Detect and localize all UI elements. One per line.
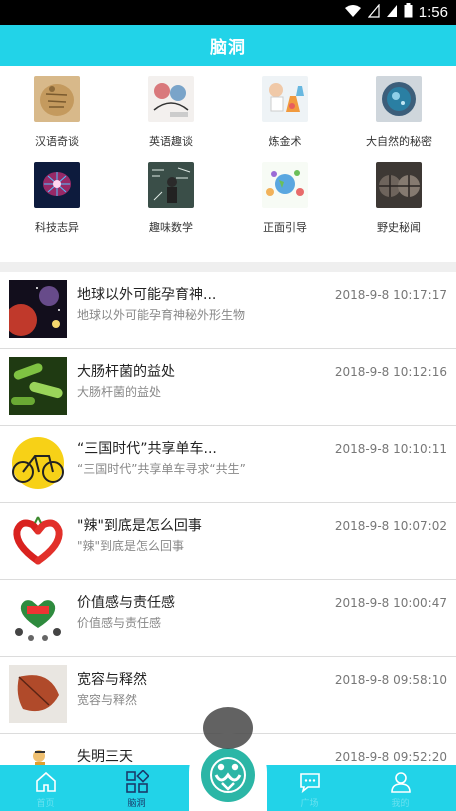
article-subtitle: 价值感与责任感 bbox=[77, 616, 162, 630]
leaf-thumb bbox=[9, 665, 67, 723]
category-chinese-stories[interactable]: 汉语奇谈 bbox=[0, 76, 114, 162]
category-label: 科技志异 bbox=[35, 221, 79, 234]
list-item[interactable]: 价值感与责任感 价值感与责任感 2018-9-8 10:00:47 bbox=[0, 580, 456, 657]
nav-home-label: 首页 bbox=[36, 799, 55, 809]
category-unofficial-history[interactable]: 野史秘闻 bbox=[342, 162, 456, 248]
nav-square[interactable]: 广场 bbox=[264, 765, 355, 811]
article-subtitle: "辣"到底是怎么回事 bbox=[77, 539, 185, 553]
home-icon bbox=[35, 771, 56, 792]
profile-icon bbox=[390, 772, 411, 793]
responsibility-heart-thumb bbox=[9, 588, 67, 646]
bacteria-thumb bbox=[9, 357, 67, 415]
nature-secrets-thumb bbox=[376, 76, 422, 122]
space-galaxy-thumb bbox=[9, 280, 67, 338]
article-date: 2018-9-8 10:10:11 bbox=[334, 442, 447, 456]
alchemy-thumb bbox=[262, 76, 308, 122]
article-date: 2018-9-8 10:07:02 bbox=[334, 519, 447, 533]
category-label: 趣味数学 bbox=[149, 221, 193, 234]
list-item[interactable]: “三国时代”共享单车... “三国时代”共享单车寻求“共生” 2018-9-8 … bbox=[0, 426, 456, 503]
nav-square-label: 广场 bbox=[300, 799, 319, 809]
section-divider bbox=[0, 262, 456, 272]
article-title: 价值感与责任感 bbox=[77, 595, 175, 611]
article-date: 2018-9-8 09:52:20 bbox=[334, 750, 447, 764]
category-label: 大自然的秘密 bbox=[366, 135, 432, 148]
floating-assist-button[interactable] bbox=[203, 707, 253, 749]
signal-empty-icon bbox=[367, 3, 380, 22]
english-fun-thumb bbox=[148, 76, 194, 122]
positive-guidance-thumb bbox=[262, 162, 308, 208]
list-item[interactable]: 地球以外可能孕育神... 地球以外可能孕育神秘外形生物 2018-9-8 10:… bbox=[0, 272, 456, 349]
chinese-stories-thumb bbox=[34, 76, 80, 122]
article-subtitle: 大肠杆菌的益处 bbox=[77, 385, 162, 399]
article-date: 2018-9-8 09:58:10 bbox=[334, 673, 447, 687]
unofficial-history-thumb bbox=[376, 162, 422, 208]
brain-hole-icon bbox=[125, 770, 149, 793]
article-subtitle: “三国时代”共享单车寻求“共生” bbox=[77, 462, 246, 476]
category-fun-math[interactable]: 趣味数学 bbox=[114, 162, 228, 248]
category-alchemy[interactable]: 炼金术 bbox=[228, 76, 342, 162]
category-label: 英语趣谈 bbox=[149, 135, 193, 148]
blind-person-thumb bbox=[9, 742, 67, 765]
article-title: “三国时代”共享单车... bbox=[77, 441, 217, 457]
nav-profile-label: 我的 bbox=[391, 799, 410, 809]
category-english-fun[interactable]: 英语趣谈 bbox=[114, 76, 228, 162]
article-subtitle: 地球以外可能孕育神秘外形生物 bbox=[77, 308, 246, 322]
category-label: 汉语奇谈 bbox=[35, 135, 79, 148]
signal-icon bbox=[386, 3, 398, 22]
article-title: "辣"到底是怎么回事 bbox=[77, 518, 202, 534]
article-title: 失明三天 bbox=[77, 749, 133, 765]
article-title: 地球以外可能孕育神... bbox=[77, 287, 217, 303]
article-subtitle: 宽容与释然 bbox=[77, 693, 138, 707]
article-title: 宽容与释然 bbox=[77, 672, 147, 688]
nav-brain-hole[interactable]: 脑洞 bbox=[91, 765, 182, 811]
battery-icon bbox=[404, 3, 413, 22]
app-logo-icon bbox=[201, 748, 255, 802]
wifi-icon bbox=[344, 3, 362, 22]
category-positive-guidance[interactable]: 正面引导 bbox=[228, 162, 342, 248]
category-nature-secrets[interactable]: 大自然的秘密 bbox=[342, 76, 456, 162]
app-screen: 1:56 脑洞 汉语奇谈 英语趣谈 炼金术 大自然的秘密 科技志异 趣味数学 正… bbox=[0, 0, 456, 811]
fun-math-thumb bbox=[148, 162, 194, 208]
category-grid: 汉语奇谈 英语趣谈 炼金术 大自然的秘密 科技志异 趣味数学 正面引导 野史秘闻 bbox=[0, 66, 456, 262]
chat-icon bbox=[299, 773, 320, 794]
article-date: 2018-9-8 10:12:16 bbox=[334, 365, 447, 379]
list-item[interactable]: "辣"到底是怎么回事 "辣"到底是怎么回事 2018-9-8 10:07:02 bbox=[0, 503, 456, 580]
article-title: 大肠杆菌的益处 bbox=[77, 364, 175, 380]
tech-oddities-thumb bbox=[34, 162, 80, 208]
nav-profile[interactable]: 我的 bbox=[355, 765, 446, 811]
category-tech-oddities[interactable]: 科技志异 bbox=[0, 162, 114, 248]
category-label: 野史秘闻 bbox=[377, 221, 421, 234]
nav-home[interactable]: 首页 bbox=[0, 765, 91, 811]
status-bar: 1:56 bbox=[0, 0, 456, 25]
shared-bike-thumb bbox=[9, 434, 67, 492]
category-label: 炼金术 bbox=[268, 135, 302, 148]
article-date: 2018-9-8 10:00:47 bbox=[334, 596, 447, 610]
chili-heart-thumb bbox=[9, 511, 67, 569]
article-date: 2018-9-8 10:17:17 bbox=[334, 288, 447, 302]
article-list: 地球以外可能孕育神... 地球以外可能孕育神秘外形生物 2018-9-8 10:… bbox=[0, 272, 456, 765]
category-label: 正面引导 bbox=[263, 221, 307, 234]
list-item[interactable]: 大肠杆菌的益处 大肠杆菌的益处 2018-9-8 10:12:16 bbox=[0, 349, 456, 426]
page-title: 脑洞 bbox=[210, 38, 246, 58]
status-time: 1:56 bbox=[418, 4, 448, 21]
app-header: 脑洞 bbox=[0, 25, 456, 66]
nav-brain-hole-label: 脑洞 bbox=[127, 799, 146, 809]
